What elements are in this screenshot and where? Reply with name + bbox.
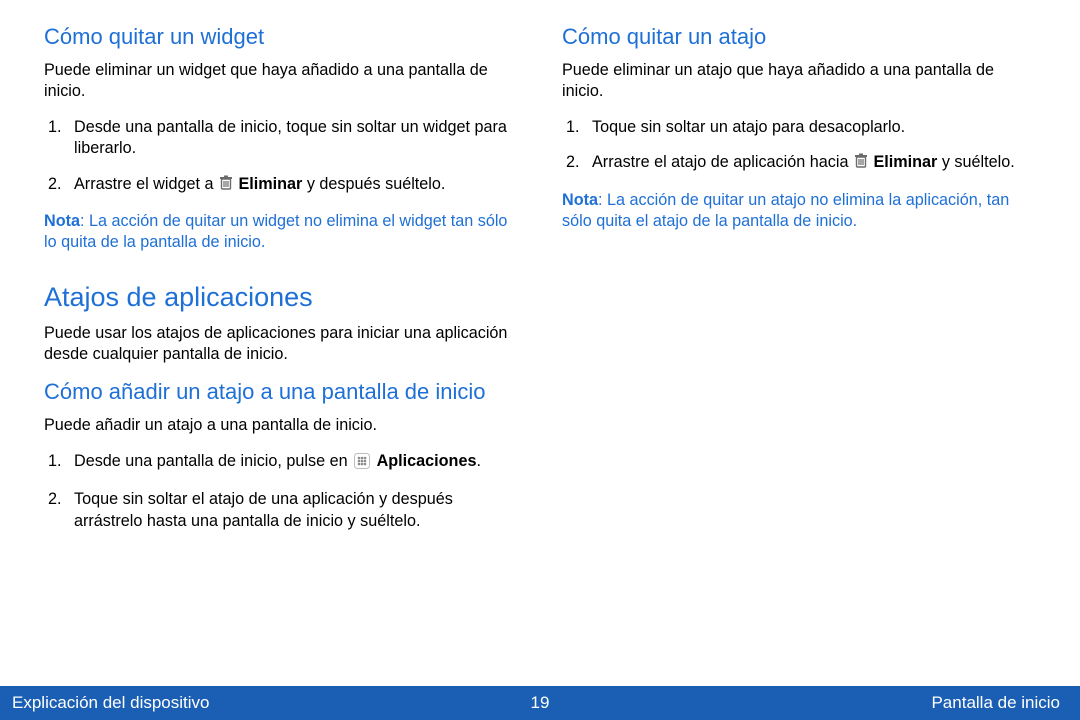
content-columns: Cómo quitar un widget Puede eliminar un … bbox=[0, 0, 1080, 686]
step-1: Desde una pantalla de inicio, toque sin … bbox=[66, 117, 518, 160]
left-column: Cómo quitar un widget Puede eliminar un … bbox=[44, 24, 518, 686]
paragraph: Puede usar los atajos de aplicaciones pa… bbox=[44, 323, 518, 366]
trash-icon bbox=[219, 175, 233, 197]
note-remove-widget: Nota: La acción de quitar un widget no e… bbox=[44, 211, 518, 254]
step-1: Desde una pantalla de inicio, pulse en A… bbox=[66, 451, 518, 475]
note-label: Nota bbox=[44, 212, 80, 230]
step-2: Toque sin soltar el atajo de una aplicac… bbox=[66, 489, 518, 532]
paragraph: Puede añadir un atajo a una pantalla de … bbox=[44, 415, 518, 436]
note-text: : La acción de quitar un atajo no elimin… bbox=[562, 191, 1009, 230]
footer-left: Explicación del dispositivo bbox=[12, 693, 210, 713]
heading-app-shortcuts: Atajos de aplicaciones bbox=[44, 282, 518, 313]
trash-icon bbox=[854, 153, 868, 175]
step-text: Desde una pantalla de inicio, pulse en bbox=[74, 452, 352, 470]
step-text: . bbox=[476, 452, 481, 470]
paragraph: Puede eliminar un atajo que haya añadido… bbox=[562, 60, 1036, 103]
step-text: Arrastre el atajo de aplicación hacia bbox=[592, 153, 853, 171]
step-2: Arrastre el widget a Eliminar y después … bbox=[66, 174, 518, 197]
heading-add-shortcut: Cómo añadir un atajo a una pantalla de i… bbox=[44, 379, 518, 405]
step-bold: Eliminar bbox=[234, 175, 302, 193]
step-text: Arrastre el widget a bbox=[74, 175, 218, 193]
step-text: y suéltelo. bbox=[937, 153, 1014, 171]
right-column: Cómo quitar un atajo Puede eliminar un a… bbox=[562, 24, 1036, 686]
footer-bar: Explicación del dispositivo 19 Pantalla … bbox=[0, 686, 1080, 720]
heading-remove-widget: Cómo quitar un widget bbox=[44, 24, 518, 50]
step-2: Arrastre el atajo de aplicación hacia El… bbox=[584, 152, 1036, 175]
step-bold: Eliminar bbox=[869, 153, 937, 171]
heading-remove-shortcut: Cómo quitar un atajo bbox=[562, 24, 1036, 50]
step-bold: Aplicaciones bbox=[377, 452, 477, 470]
note-remove-shortcut: Nota: La acción de quitar un atajo no el… bbox=[562, 190, 1036, 233]
apps-icon bbox=[354, 453, 370, 475]
steps-add-shortcut: Desde una pantalla de inicio, pulse en A… bbox=[44, 451, 518, 532]
page-number: 19 bbox=[531, 693, 550, 713]
note-label: Nota bbox=[562, 191, 598, 209]
steps-remove-shortcut: Toque sin soltar un atajo para desacopla… bbox=[562, 117, 1036, 176]
note-text: : La acción de quitar un widget no elimi… bbox=[44, 212, 507, 251]
footer-right: Pantalla de inicio bbox=[931, 693, 1060, 713]
step-text: y después suéltelo. bbox=[302, 175, 445, 193]
paragraph: Puede eliminar un widget que haya añadid… bbox=[44, 60, 518, 103]
manual-page: Cómo quitar un widget Puede eliminar un … bbox=[0, 0, 1080, 720]
step-1: Toque sin soltar un atajo para desacopla… bbox=[584, 117, 1036, 138]
steps-remove-widget: Desde una pantalla de inicio, toque sin … bbox=[44, 117, 518, 197]
